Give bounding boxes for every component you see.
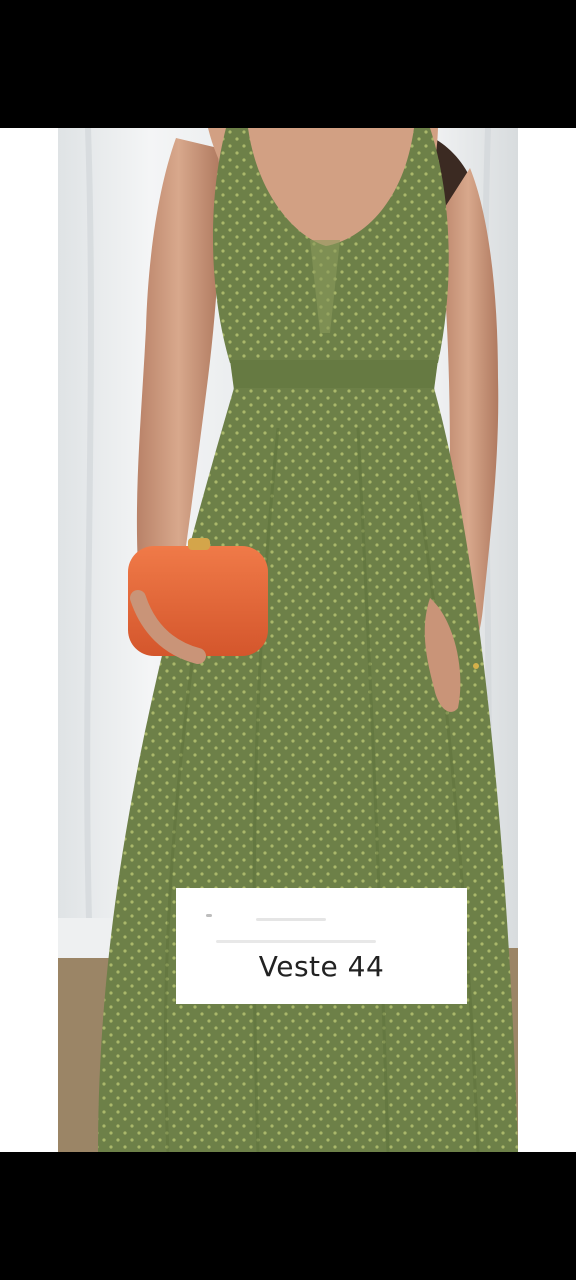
caption-smudge [206,914,212,917]
orange-clutch [128,546,268,656]
dress-waistband [230,360,438,390]
caption-smudge [256,918,326,921]
top-black-bar [0,0,576,128]
bottom-black-bar [0,1152,576,1280]
photo-frame: Veste 44 [0,128,576,1152]
caption-label: Veste 44 [258,950,385,983]
caption-smudge [216,940,376,943]
caption-box: Veste 44 [176,888,467,1004]
